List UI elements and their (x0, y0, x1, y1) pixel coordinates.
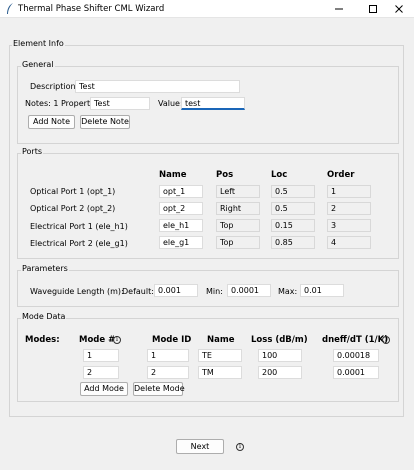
close-icon (395, 5, 403, 13)
parameters-title: Parameters (21, 264, 69, 273)
ports-header-loc: Loc (271, 170, 288, 180)
waveguide-length-label: Waveguide Length (m): (30, 287, 124, 296)
default-field[interactable]: 0.001 (154, 284, 198, 297)
next-button[interactable]: Next (176, 439, 224, 454)
port-row-label: Optical Port 2 (opt_2) (30, 204, 116, 213)
value-field[interactable]: test (181, 97, 245, 110)
port-pos-field[interactable]: Top (216, 236, 260, 249)
add-note-button[interactable]: Add Note (28, 115, 75, 129)
close-button[interactable] (384, 0, 414, 18)
port-name-field[interactable]: ele_g1 (159, 236, 203, 249)
port-row-label: Electrical Port 2 (ele_g1) (30, 239, 128, 248)
port-name-field[interactable]: opt_2 (159, 202, 203, 215)
dneff-field[interactable]: 0.00018 (333, 349, 379, 362)
delete-note-button[interactable]: Delete Note (80, 115, 130, 129)
ports-title: Ports (21, 147, 44, 156)
description-label: Description: (30, 82, 79, 91)
mode-name-header: Name (207, 335, 235, 345)
general-title: General (21, 60, 55, 69)
dneff-header: dneff/dT (1/K) (322, 335, 389, 345)
dneff-field[interactable]: 0.0001 (333, 366, 379, 379)
ports-header-order: Order (327, 170, 355, 180)
port-order-field[interactable]: 1 (327, 185, 371, 198)
element-info-title: Element Info (12, 39, 65, 48)
title-bar: Thermal Phase Shifter CML Wizard (0, 0, 414, 18)
mode-number-info-icon[interactable]: i (113, 336, 121, 344)
notes-property-label: Notes: 1 Property: (25, 99, 97, 108)
max-label: Max: (278, 287, 298, 296)
port-row-label: Electrical Port 1 (ele_h1) (30, 222, 128, 231)
maximize-icon (369, 5, 377, 13)
port-order-field[interactable]: 2 (327, 202, 371, 215)
delete-mode-button[interactable]: Delete Mode (133, 382, 185, 396)
mode-id-field[interactable]: 2 (147, 366, 189, 379)
mode-number-field[interactable]: 2 (83, 366, 119, 379)
port-order-field[interactable]: 3 (327, 219, 371, 232)
ports-header-pos: Pos (216, 170, 234, 180)
mode-id-field[interactable]: 1 (147, 349, 189, 362)
port-name-field[interactable]: ele_h1 (159, 219, 203, 232)
property-field[interactable]: Test (90, 97, 150, 110)
port-loc-field[interactable]: 0.5 (271, 185, 315, 198)
next-info-icon[interactable]: i (236, 443, 244, 451)
mode-number-field[interactable]: 1 (83, 349, 119, 362)
mode-data-title: Mode Data (21, 312, 67, 321)
port-pos-field[interactable]: Top (216, 219, 260, 232)
port-row-label: Optical Port 1 (opt_1) (30, 187, 116, 196)
minimize-icon (335, 8, 343, 10)
max-field[interactable]: 0.01 (300, 284, 344, 297)
dneff-info-icon[interactable]: i (382, 336, 390, 344)
mode-name-field[interactable]: TM (198, 366, 242, 379)
port-pos-field[interactable]: Right (216, 202, 260, 215)
mode-name-field[interactable]: TE (198, 349, 242, 362)
port-pos-field[interactable]: Left (216, 185, 260, 198)
default-label: Default: (122, 287, 154, 296)
min-field[interactable]: 0.0001 (227, 284, 271, 297)
min-label: Min: (206, 287, 223, 296)
port-name-field[interactable]: opt_1 (159, 185, 203, 198)
description-field[interactable]: Test (75, 80, 240, 93)
add-mode-button[interactable]: Add Mode (80, 382, 128, 396)
loss-header: Loss (dB/m) (251, 335, 308, 345)
window-title: Thermal Phase Shifter CML Wizard (18, 4, 165, 14)
port-loc-field[interactable]: 0.15 (271, 219, 315, 232)
minimize-button[interactable] (324, 0, 354, 18)
port-order-field[interactable]: 4 (327, 236, 371, 249)
mode-id-header: Mode ID (152, 335, 192, 345)
feather-icon (7, 3, 13, 14)
ports-header-name: Name (159, 170, 187, 180)
value-label: Value: (158, 99, 183, 108)
loss-field[interactable]: 100 (258, 349, 302, 362)
loss-field[interactable]: 200 (258, 366, 302, 379)
port-loc-field[interactable]: 0.5 (271, 202, 315, 215)
mode-number-header: Mode # (79, 335, 116, 345)
port-loc-field[interactable]: 0.85 (271, 236, 315, 249)
modes-label: Modes: (25, 335, 60, 345)
